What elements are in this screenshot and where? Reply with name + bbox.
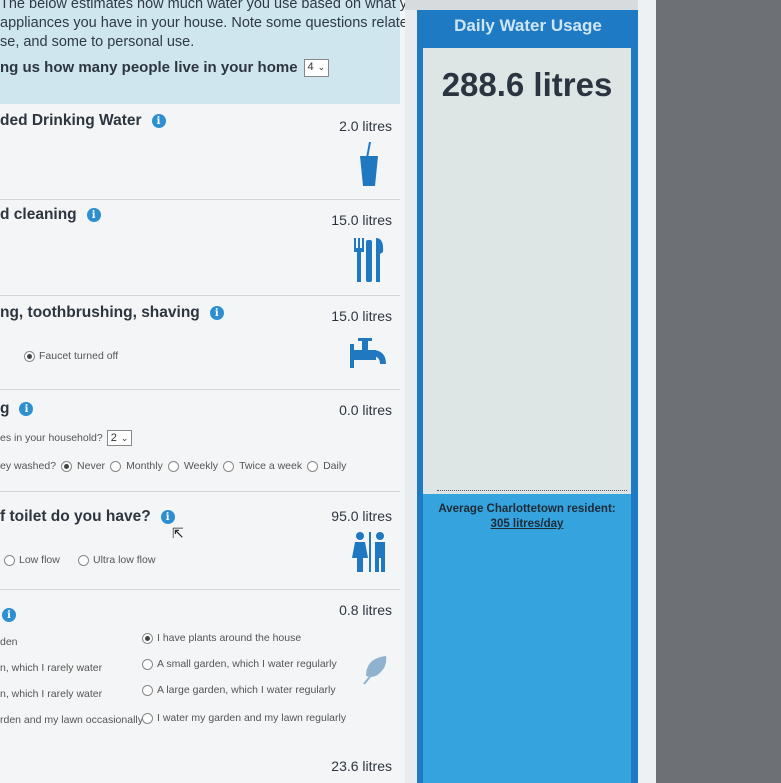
people-row: ng us how many people live in your home … <box>0 58 400 77</box>
section-last: 23.6 litres <box>0 754 400 783</box>
option-weekly: Weekly <box>183 460 219 472</box>
section-brushing: ng, toothbrushing, shaving i 15.0 litres… <box>0 296 400 390</box>
intro-line-3: se, and some to personal use. <box>0 34 195 50</box>
cup-icon <box>360 142 378 186</box>
radio-large-garden[interactable] <box>142 684 153 696</box>
radio-ultra-low-flow[interactable] <box>78 554 89 566</box>
cleaning-litres: 15.0 litres <box>331 212 392 228</box>
household-select[interactable]: 2 ⌄ <box>106 430 133 446</box>
intro-line-1: The below estimates how much water you u… <box>0 0 405 12</box>
option-lawn: I water my garden and my lawn regularly <box>157 712 347 724</box>
brushing-title: ng, toothbrushing, shaving <box>0 304 200 321</box>
washing-title: g <box>0 400 10 417</box>
garden-left-option-4: rden and my lawn occasionally <box>0 714 143 726</box>
garden-small-option[interactable]: A small garden, which I water regularly <box>142 658 337 670</box>
option-never: Never <box>77 460 106 472</box>
faucet-option-label: Faucet turned off <box>39 350 119 362</box>
option-low-flow: Low flow <box>19 554 60 566</box>
section-title: f toilet do you have? i <box>0 508 175 526</box>
option-twice-week: Twice a week <box>239 460 303 472</box>
average-resident: Average Charlottetown resident: 305 litr… <box>423 502 631 532</box>
average-marker-line <box>437 490 627 491</box>
average-resident-value: 305 litres/day <box>490 518 564 530</box>
cutlery-icon <box>354 238 384 282</box>
cleaning-title: d cleaning <box>0 206 77 223</box>
toilet-title: f toilet do you have? <box>0 508 151 525</box>
water-level-fill <box>423 494 631 783</box>
drinking-title: ded Drinking Water <box>0 112 142 129</box>
section-toilet: f toilet do you have? i 95.0 litres Low … <box>0 492 400 590</box>
radio-plants[interactable] <box>142 632 153 644</box>
radio-never[interactable] <box>61 460 73 472</box>
toilet-litres: 95.0 litres <box>331 508 392 524</box>
radio-checked[interactable] <box>24 350 35 362</box>
section-washing: g i 0.0 litres es in your household? 2 ⌄… <box>0 390 400 492</box>
chevron-down-icon: ⌄ <box>120 432 129 443</box>
household-select-value: 2 <box>110 432 117 444</box>
household-question: es in your household? 2 ⌄ <box>0 430 133 446</box>
option-large-garden: A large garden, which I water regularly <box>157 684 336 696</box>
panel-body: 288.6 litres <box>423 48 631 503</box>
section-drinking-water: ded Drinking Water i 2.0 litres <box>0 104 400 200</box>
background-area <box>656 0 781 783</box>
section-title: ng, toothbrushing, shaving i <box>0 304 224 322</box>
radio-weekly[interactable] <box>167 460 179 472</box>
radio-lawn[interactable] <box>142 712 153 724</box>
option-monthly: Monthly <box>126 460 163 472</box>
section-title: d cleaning i <box>0 206 101 224</box>
daily-usage-value: 288.6 litres <box>441 66 613 103</box>
section-title: g i <box>0 400 34 418</box>
radio-twice-week[interactable] <box>223 460 235 472</box>
garden-plants-option[interactable]: I have plants around the house <box>142 632 301 644</box>
intro-line-2: appliances you have in your house. Note … <box>0 15 405 31</box>
drinking-litres: 2.0 litres <box>339 118 392 134</box>
option-plants: I have plants around the house <box>157 632 302 644</box>
calculator-form: The below estimates how much water you u… <box>0 0 405 783</box>
garden-left-option-1: den <box>0 636 18 648</box>
garden-left-option-2: n, which I rarely water <box>0 662 103 674</box>
option-small-garden: A small garden, which I water regularly <box>157 658 337 670</box>
page-gutter <box>638 0 656 783</box>
radio-daily[interactable] <box>307 460 319 472</box>
garden-left-option-3: n, which I rarely water <box>0 688 103 700</box>
garden-large-option[interactable]: A large garden, which I water regularly <box>142 684 336 696</box>
info-icon[interactable]: i <box>86 208 101 222</box>
garden-litres: 0.8 litres <box>339 602 392 618</box>
wash-frequency-label: ey washed? <box>0 460 57 472</box>
household-question-label: es in your household? <box>0 432 103 444</box>
brushing-litres: 15.0 litres <box>331 308 392 324</box>
info-icon[interactable]: i <box>151 114 166 128</box>
info-icon[interactable]: i <box>2 608 16 622</box>
radio-low-flow[interactable] <box>4 554 15 566</box>
info-icon[interactable]: i <box>209 306 224 320</box>
section-cleaning: d cleaning i 15.0 litres <box>0 200 400 296</box>
garden-lawn-option[interactable]: I water my garden and my lawn regularly <box>142 712 346 724</box>
section-garden: i 0.8 litres den n, which I rarely water… <box>0 590 400 754</box>
wash-frequency: ey washed? Never Monthly Weekly Twice a … <box>0 460 346 472</box>
radio-small-garden[interactable] <box>142 658 153 670</box>
people-select-value: 4 <box>307 61 314 73</box>
faucet-option[interactable]: Faucet turned off <box>24 350 118 362</box>
restroom-icon <box>352 532 385 572</box>
option-daily: Daily <box>323 460 347 472</box>
mouse-cursor-icon: ⇱ <box>172 525 184 541</box>
radio-monthly[interactable] <box>110 460 122 472</box>
leaf-icon <box>363 656 387 685</box>
chevron-down-icon: ⌄ <box>317 62 326 72</box>
people-label: ng us how many people live in your home <box>0 59 298 76</box>
panel-title: Daily Water Usage <box>454 16 602 35</box>
section-title: ded Drinking Water i <box>0 112 166 130</box>
toilet-option-ultra[interactable]: Ultra low flow <box>78 554 155 566</box>
toilet-option-low[interactable]: Low flow <box>4 554 60 566</box>
people-select[interactable]: 4 ⌄ <box>303 58 330 77</box>
option-ultra-low-flow: Ultra low flow <box>93 554 156 566</box>
average-resident-label: Average Charlottetown resident: <box>438 503 616 515</box>
info-icon[interactable]: i <box>19 402 34 416</box>
washing-litres: 0.0 litres <box>339 402 392 418</box>
info-icon[interactable]: i <box>160 510 175 524</box>
faucet-icon <box>350 338 386 368</box>
intro-panel: The below estimates how much water you u… <box>0 0 405 104</box>
daily-usage-panel: Daily Water Usage 288.6 litres Average C… <box>417 10 639 783</box>
last-litres: 23.6 litres <box>331 758 392 774</box>
